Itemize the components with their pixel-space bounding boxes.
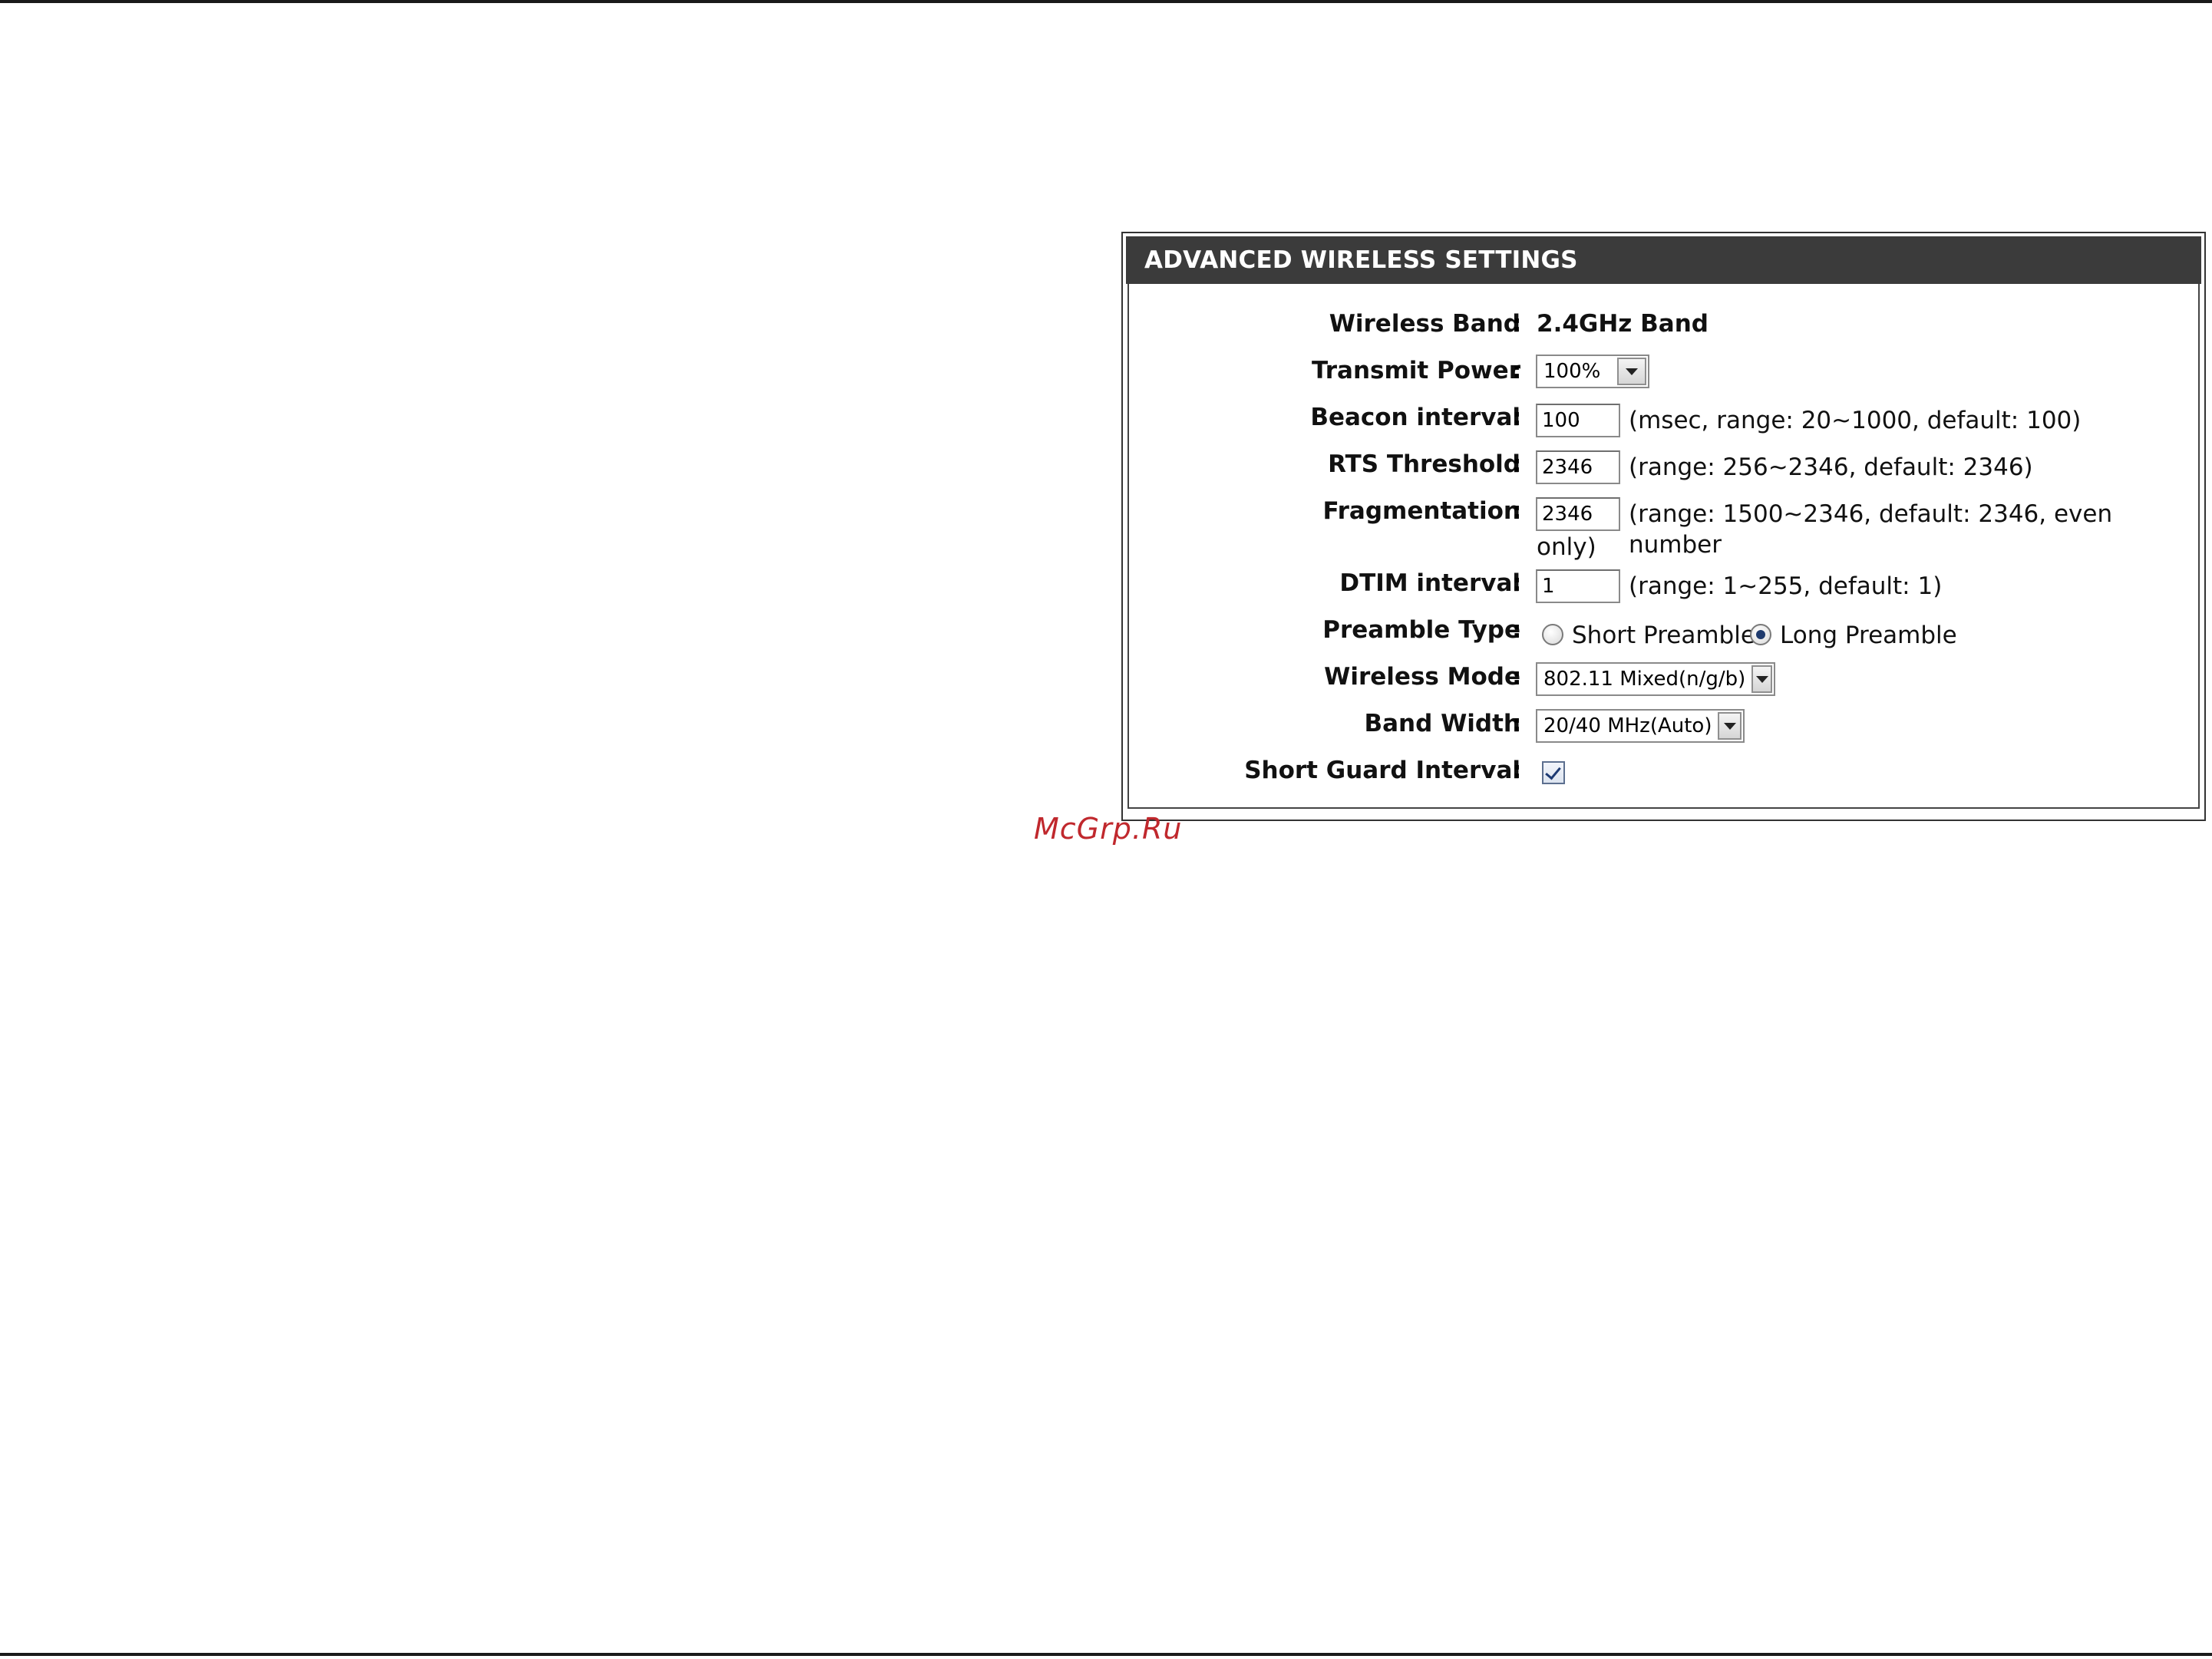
- beacon-interval-hint: (msec, range: 20~1000, default: 100): [1629, 407, 2082, 434]
- wireless-mode-selected: 802.11 Mixed(n/g/b): [1543, 668, 1746, 691]
- colon: :: [1512, 663, 1522, 691]
- transmit-power-selected: 100%: [1543, 360, 1601, 383]
- colon: :: [1512, 497, 1522, 525]
- panel-title: ADVANCED WIRELESS SETTINGS: [1126, 236, 2201, 284]
- rts-threshold-label: RTS Threshold: [1328, 450, 1520, 478]
- colon: :: [1512, 357, 1522, 384]
- wireless-mode-label: Wireless Mode: [1324, 663, 1520, 691]
- transmit-power-label: Transmit Power: [1312, 357, 1520, 384]
- fragmentation-input[interactable]: 2346: [1536, 497, 1620, 531]
- dropdown-button[interactable]: [1617, 358, 1646, 385]
- long-preamble-label: Long Preamble: [1780, 622, 1957, 649]
- rts-threshold-hint: (range: 256~2346, default: 2346): [1629, 454, 2033, 481]
- short-guard-interval-checkbox[interactable]: [1542, 761, 1565, 784]
- transmit-power-select[interactable]: 100%: [1536, 355, 1649, 388]
- long-preamble-radio[interactable]: [1750, 624, 1771, 645]
- chevron-down-icon: [1755, 675, 1768, 683]
- dtim-interval-hint: (range: 1~255, default: 1): [1629, 572, 1943, 600]
- band-width-label: Band Width: [1364, 710, 1521, 737]
- checkmark-icon: [1545, 763, 1561, 780]
- colon: :: [1512, 569, 1522, 597]
- short-preamble-label: Short Preamble: [1572, 622, 1755, 649]
- dtim-interval-label: DTIM interval: [1339, 569, 1520, 597]
- colon: :: [1512, 450, 1522, 478]
- colon: :: [1512, 404, 1522, 431]
- fragmentation-hint: (range: 1500~2346, default: 2346, even n…: [1629, 500, 2113, 559]
- wireless-band-value: 2.4GHz Band: [1537, 310, 1709, 338]
- dtim-interval-input[interactable]: 1: [1536, 569, 1620, 603]
- rts-threshold-input[interactable]: 2346: [1536, 450, 1620, 484]
- colon: :: [1512, 616, 1522, 644]
- short-preamble-radio[interactable]: [1542, 624, 1563, 645]
- top-rule: [0, 0, 2212, 3]
- dropdown-button[interactable]: [1718, 712, 1742, 740]
- band-width-select[interactable]: 20/40 MHz(Auto): [1536, 709, 1745, 743]
- beacon-interval-label: Beacon interval: [1310, 404, 1520, 431]
- chevron-down-icon: [1723, 722, 1736, 730]
- wireless-mode-select[interactable]: 802.11 Mixed(n/g/b): [1536, 662, 1775, 696]
- colon: :: [1512, 710, 1522, 737]
- wireless-band-label: Wireless Band: [1329, 310, 1520, 338]
- colon: :: [1512, 757, 1522, 784]
- bottom-rule: [0, 1653, 2212, 1656]
- colon: :: [1512, 310, 1522, 338]
- band-width-selected: 20/40 MHz(Auto): [1543, 714, 1712, 737]
- fragmentation-label: Fragmentation: [1322, 497, 1520, 525]
- preamble-type-label: Preamble Type: [1322, 616, 1520, 644]
- watermark: McGrp.Ru: [1034, 812, 1183, 846]
- fragmentation-hint-continued: only): [1537, 533, 1596, 561]
- short-guard-interval-label: Short Guard Interval: [1244, 757, 1520, 784]
- beacon-interval-input[interactable]: 100: [1536, 404, 1620, 437]
- chevron-down-icon: [1626, 368, 1638, 375]
- dropdown-button[interactable]: [1751, 665, 1772, 693]
